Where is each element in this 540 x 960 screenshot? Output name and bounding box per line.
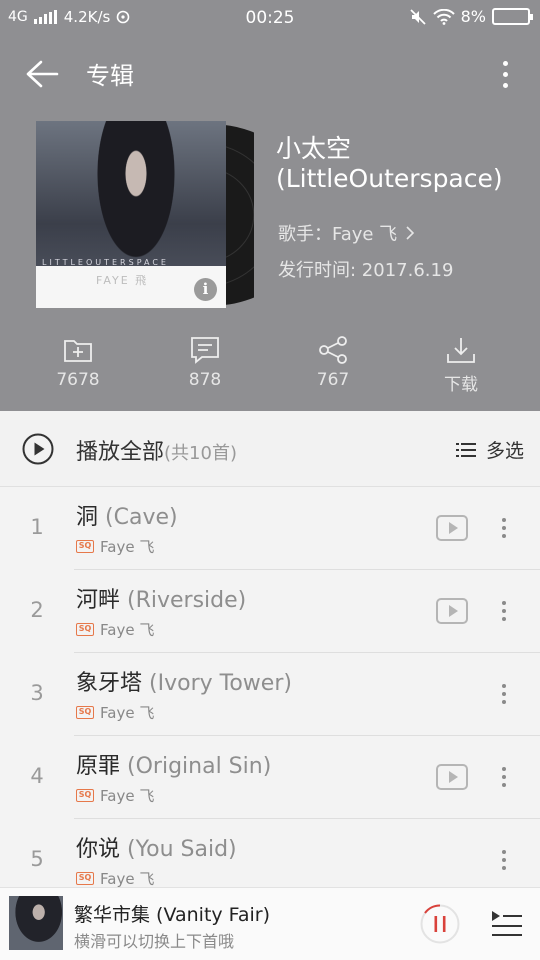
song-title-en: (Ivory Tower) [149,671,292,696]
battery-percent: 8% [460,7,486,26]
album-title: 小太空 (LittleOuterspace) [276,134,503,194]
mute-icon [409,8,426,25]
song-title-cn: 原罪 [76,754,121,779]
song-row[interactable]: 3 象牙塔 (Ivory Tower) SQ Faye 飞 [0,653,540,736]
wifi-icon [432,8,455,25]
list-icon [455,442,476,457]
song-title: 你说 (You Said) [76,831,237,863]
song-meta: SQ Faye 飞 [76,785,154,806]
song-index: 5 [30,847,44,871]
song-row[interactable]: 2 河畔 (Riverside) SQ Faye 飞 [0,570,540,653]
collect-button[interactable]: 7678 [28,336,128,390]
download-button[interactable]: 下载 [411,336,511,395]
download-label: 下载 [444,375,478,395]
add-folder-icon [64,340,92,362]
sq-badge: SQ [76,706,94,719]
song-index: 1 [30,515,44,539]
song-index: 4 [30,764,44,788]
mv-play-button[interactable] [436,515,468,541]
playlist-queue-icon[interactable] [490,908,522,938]
share-icon [319,336,347,364]
chevron-right-icon [406,226,415,240]
page-title: 专辑 [86,62,134,90]
song-index: 3 [30,681,44,705]
song-more-button[interactable] [496,845,512,875]
mv-play-button[interactable] [436,598,468,624]
song-index: 2 [30,598,44,622]
song-title-cn: 你说 [76,837,121,862]
pause-button[interactable] [420,904,460,944]
sq-badge: SQ [76,789,94,802]
singer-label: 歌手：Faye 飞 [278,224,398,245]
play-all-bar: 播放全部(共10首) 多选 [0,411,540,487]
swipe-hint: 横滑可以切换上下首哦 [74,932,235,951]
song-meta: SQ Faye 飞 [76,868,154,889]
song-title: 象牙塔 (Ivory Tower) [76,665,292,697]
now-playing-thumbnail[interactable] [9,896,63,950]
mini-player[interactable]: 繁华市集 (Vanity Fair) 横滑可以切换上下首哦 [0,887,540,960]
play-all-label: 播放全部 [76,440,165,465]
back-arrow-icon [26,60,59,88]
share-count: 767 [316,370,350,390]
status-right: 8% [409,7,533,26]
song-artist: Faye 飞 [100,621,155,639]
song-artist: Faye 飞 [100,538,155,556]
song-meta: SQ Faye 飞 [76,702,154,723]
song-title-en: (Cave) [105,505,178,530]
song-artist: Faye 飞 [100,704,155,722]
song-title-en: (Riverside) [127,588,247,613]
sq-badge: SQ [76,623,94,636]
album-title-en: (LittleOuterspace) [276,164,503,193]
song-title: 河畔 (Riverside) [76,582,246,614]
song-title-cn: 河畔 [76,588,121,613]
song-title-cn: 象牙塔 [76,671,143,696]
song-more-button[interactable] [496,513,512,543]
multi-select-button[interactable]: 多选 [455,436,524,463]
battery-icon [492,8,533,25]
song-title: 洞 (Cave) [76,499,178,531]
song-more-button[interactable] [496,762,512,792]
cover-artwork [91,121,181,271]
album-release-date: 发行时间: 2017.6.19 [278,260,454,281]
share-button[interactable]: 767 [283,336,383,390]
album-title-cn: 小太空 [276,134,352,163]
play-all-icon[interactable] [22,433,54,465]
sq-badge: SQ [76,540,94,553]
album-info-button[interactable]: i [194,278,217,301]
song-more-button[interactable] [496,679,512,709]
album-header: 4G 4.2K/s 00:25 8% 专辑 LITTLEOUTERSPACE F… [0,0,540,411]
song-title-en: (Original Sin) [127,754,272,779]
song-meta: SQ Faye 飞 [76,619,154,640]
album-singer-link[interactable]: 歌手：Faye 飞 [278,220,415,246]
mv-play-button[interactable] [436,764,468,790]
comment-count: 878 [188,370,222,390]
song-artist: Faye 飞 [100,787,155,805]
song-row[interactable]: 4 原罪 (Original Sin) SQ Faye 飞 [0,736,540,819]
more-options-button[interactable] [490,54,520,94]
song-artist: Faye 飞 [100,870,155,888]
comment-icon [191,337,219,364]
song-more-button[interactable] [496,596,512,626]
play-all-button[interactable]: 播放全部(共10首) [76,434,237,466]
comment-button[interactable]: 878 [155,336,255,390]
song-row[interactable]: 1 洞 (Cave) SQ Faye 飞 [0,487,540,570]
cover-logo: FAYE 飛 [96,274,149,287]
song-meta: SQ Faye 飞 [76,536,154,557]
song-title-cn: 洞 [76,505,99,530]
status-bar: 4G 4.2K/s 00:25 8% [0,0,540,36]
top-bar: 专辑 [0,46,540,100]
album-actions: 7678 878 767 下载 [0,336,540,400]
song-title: 原罪 (Original Sin) [76,748,271,780]
download-icon [447,338,475,363]
sq-badge: SQ [76,872,94,885]
collect-count: 7678 [56,370,100,390]
back-button[interactable] [22,54,62,94]
song-count: (共10首) [164,443,237,464]
multi-select-label: 多选 [485,440,524,462]
song-title-en: (You Said) [127,837,237,862]
now-playing-title: 繁华市集 (Vanity Fair) [74,904,271,926]
song-list: 1 洞 (Cave) SQ Faye 飞 2 河畔 (Riverside) SQ F… [0,487,540,902]
